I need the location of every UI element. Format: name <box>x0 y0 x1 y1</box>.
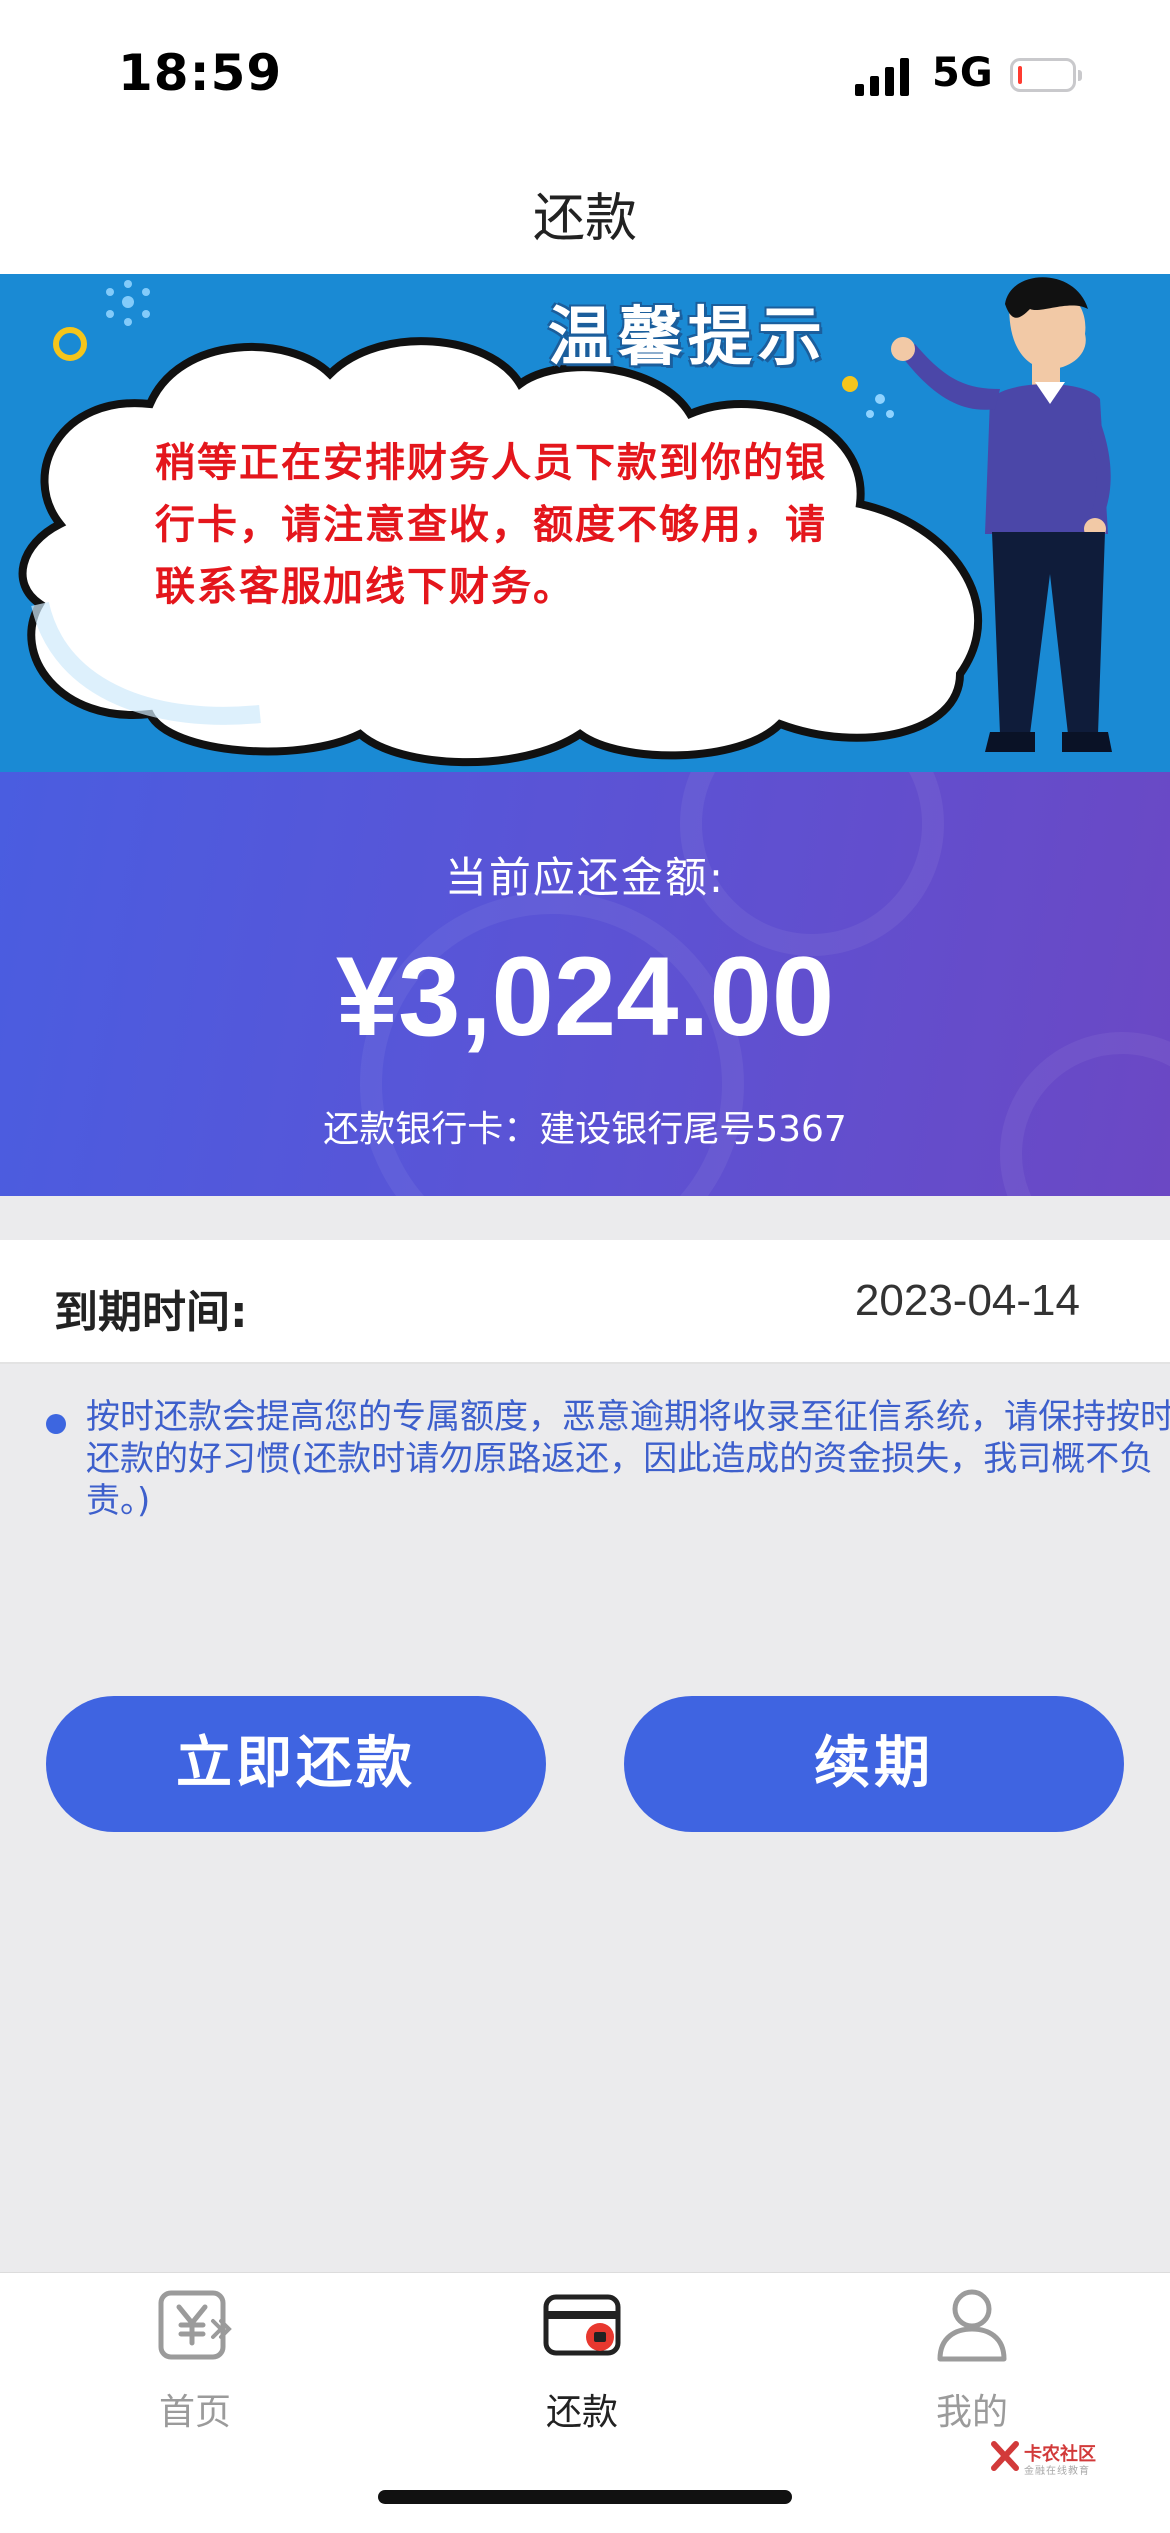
status-bar: 18:59 5G <box>0 0 1170 150</box>
watermark: 卡农社区 金融在线教育 <box>990 2440 1110 2480</box>
yen-card-icon <box>158 2290 232 2360</box>
notice-text: 按时还款会提高您的专属额度，恶意逾期将收录至征信系统，请保持按时还款的好习惯(还… <box>86 1397 1170 1521</box>
battery-level <box>1018 66 1022 84</box>
due-date-label: 到期时间: <box>54 1287 248 1338</box>
watermark-logo-icon <box>991 2441 1019 2471</box>
due-date-value: 2023-04-14 <box>854 1276 1080 1325</box>
renew-button[interactable]: 续期 <box>624 1696 1124 1832</box>
bank-card-info: 还款银行卡：建设银行尾号5367 <box>323 1109 847 1150</box>
tab-mine[interactable]: 我的 <box>822 2273 1122 2463</box>
status-time: 18:59 <box>118 44 283 102</box>
home-indicator <box>378 2490 792 2504</box>
bullet-icon <box>46 1414 66 1434</box>
tab-label-mine: 我的 <box>935 2392 1008 2433</box>
signal-strength-icon <box>855 58 909 96</box>
amount-card: 当前应还金额: ¥3,024.00 还款银行卡：建设银行尾号5367 <box>0 772 1170 1196</box>
sparkle-icon <box>106 280 150 326</box>
card-icon <box>543 2294 621 2356</box>
tab-label-repay: 还款 <box>545 2392 618 2433</box>
nav-header: 还款 <box>0 150 1170 274</box>
tab-label-home: 首页 <box>158 2392 231 2433</box>
page-title: 还款 <box>532 189 637 249</box>
banner-title: 温馨提示 <box>548 301 828 375</box>
amount-label: 当前应还金额: <box>444 853 726 902</box>
repay-now-button[interactable]: 立即还款 <box>46 1696 546 1832</box>
amount-value: ¥3,024.00 <box>335 934 835 1059</box>
watermark-subtext: 金融在线教育 <box>1024 2466 1090 2477</box>
ring-decoration <box>53 327 87 361</box>
network-type: 5G <box>932 50 993 96</box>
tab-repay[interactable]: 还款 <box>432 2273 732 2463</box>
tips-banner: 温馨提示 稍等正在安排财务人员下款到你的银行卡，请注意查收，额度不够用，请联系客… <box>0 274 1170 772</box>
due-date-row: 到期时间: 2023-04-14 <box>0 1240 1170 1364</box>
battery-icon <box>1010 58 1082 92</box>
tab-home[interactable]: 首页 <box>45 2273 345 2463</box>
banner-message: 稍等正在安排财务人员下款到你的银行卡，请注意查收，额度不够用，请联系客服加线下财… <box>155 440 827 610</box>
user-icon <box>937 2289 1007 2362</box>
